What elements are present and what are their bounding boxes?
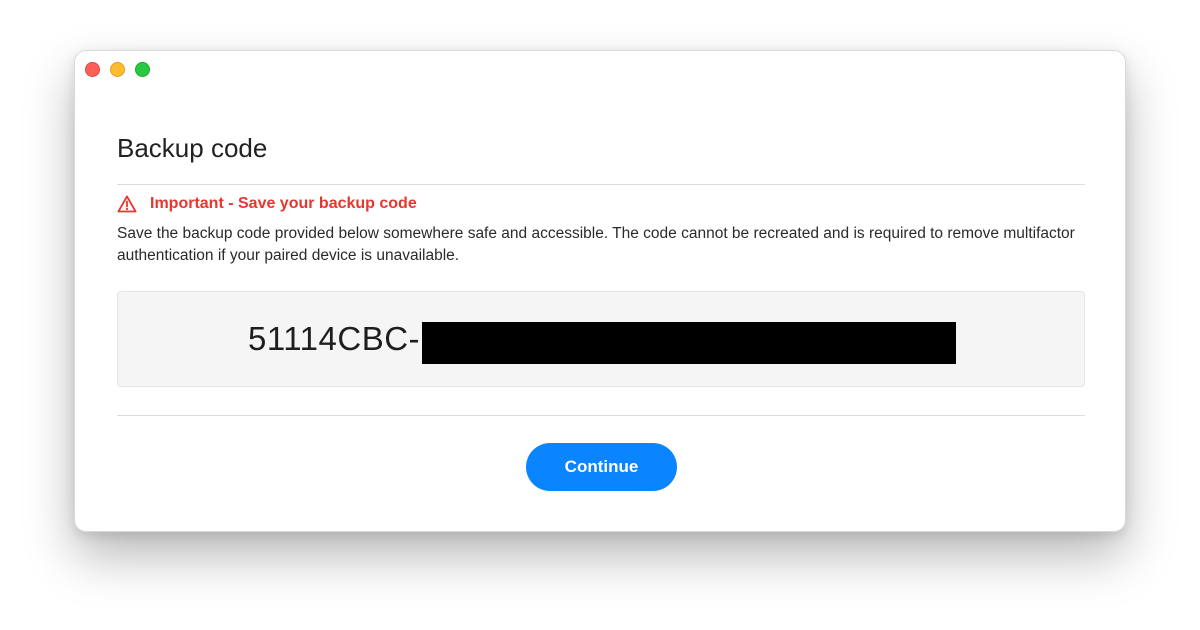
continue-button[interactable]: Continue bbox=[526, 443, 677, 491]
warning-text: Important - Save your backup code bbox=[150, 195, 417, 212]
window-controls bbox=[85, 62, 150, 77]
backup-code-box: 51114CBC- bbox=[117, 291, 1085, 387]
dialog-window: Backup code Important - Save your backup… bbox=[74, 50, 1126, 532]
minimize-window-button[interactable] bbox=[110, 62, 125, 77]
redaction-bar bbox=[422, 322, 956, 364]
divider bbox=[117, 415, 1085, 416]
backup-code-text[interactable]: 51114CBC- bbox=[248, 320, 420, 358]
divider bbox=[117, 184, 1085, 185]
description-text: Save the backup code provided below some… bbox=[117, 225, 1075, 264]
warning-triangle-icon bbox=[117, 195, 137, 213]
zoom-window-button[interactable] bbox=[135, 62, 150, 77]
page-title: Backup code bbox=[117, 133, 268, 163]
warning-banner: Important - Save your backup code bbox=[117, 195, 417, 213]
close-window-button[interactable] bbox=[85, 62, 100, 77]
